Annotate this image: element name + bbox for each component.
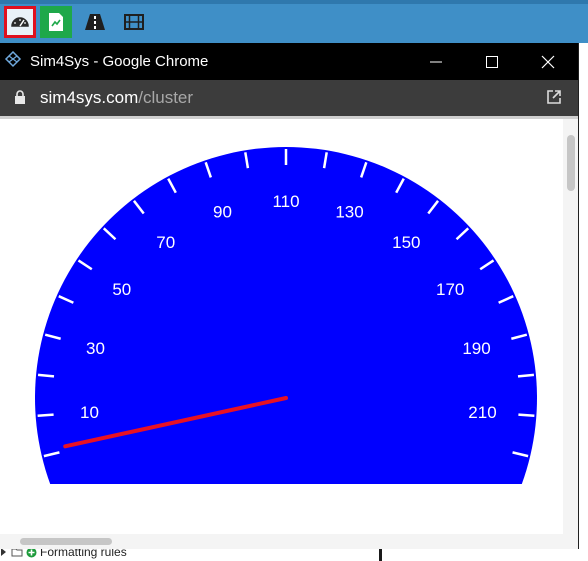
gauge-label: 10 [80, 403, 99, 422]
film-button[interactable] [118, 6, 150, 38]
sim4sys-logo-icon [4, 51, 22, 68]
folder-icon [11, 549, 23, 557]
gauge-tick [37, 373, 55, 378]
gauge-label: 130 [335, 203, 363, 222]
splitter-bar[interactable] [379, 549, 382, 561]
url-text[interactable]: sim4sys.com/cluster [40, 88, 193, 108]
road-button[interactable] [79, 6, 111, 38]
gauge-label: 70 [156, 233, 175, 252]
report-button[interactable] [40, 6, 72, 38]
tree-item-label: Formatting rules [40, 549, 127, 559]
page-content: 10 30 50 70 90 110 130 150 170 190 210 [0, 119, 578, 549]
gauge-label: 50 [112, 280, 131, 299]
gauge-tick [518, 413, 535, 418]
address-bar[interactable]: sim4sys.com/cluster [0, 80, 578, 116]
minimize-button[interactable] [408, 43, 464, 80]
chrome-popup-window: Sim4Sys - Google Chrome sim4sys.com/clus… [0, 43, 579, 549]
horizontal-scrollbar-thumb[interactable] [20, 538, 112, 545]
tree-item-formatting-rules[interactable]: Formatting rules [0, 549, 127, 559]
dashboard-button[interactable] [4, 6, 36, 38]
window-title: Sim4Sys - Google Chrome [30, 53, 209, 70]
vertical-scrollbar[interactable] [563, 119, 578, 549]
toolbar-top-strip [0, 0, 588, 4]
gauge-label: 90 [213, 203, 232, 222]
background-tree: Formatting rules [0, 549, 588, 561]
gauge-label: 30 [86, 339, 105, 358]
speedometer-gauge: 10 30 50 70 90 110 130 150 170 190 210 [35, 147, 538, 484]
gauge-label: 170 [436, 280, 464, 299]
gauge-label: 110 [272, 192, 299, 211]
maximize-button[interactable] [464, 43, 520, 80]
dashboard-icon [11, 17, 29, 27]
gauge-label: 150 [392, 233, 420, 252]
gauge-label: 190 [462, 339, 490, 358]
url-path: /cluster [138, 88, 194, 107]
film-icon [124, 14, 144, 30]
minimize-icon [430, 61, 442, 62]
expand-arrow-icon[interactable] [0, 549, 8, 557]
app-toolbar [0, 0, 588, 43]
horizontal-scrollbar[interactable] [0, 534, 563, 549]
lock-icon [15, 90, 25, 104]
close-icon [541, 55, 555, 68]
add-icon[interactable] [26, 549, 37, 558]
open-in-browser-icon[interactable] [546, 89, 562, 105]
url-host: sim4sys.com [40, 88, 139, 107]
report-icon [49, 13, 63, 31]
vertical-scrollbar-thumb[interactable] [567, 135, 575, 191]
road-icon [85, 14, 105, 30]
window-titlebar[interactable]: Sim4Sys - Google Chrome [0, 43, 578, 80]
gauge-label: 210 [468, 403, 496, 422]
gauge-tick [37, 413, 54, 418]
gauge-tick [517, 373, 535, 378]
maximize-icon [486, 55, 498, 68]
close-button[interactable] [520, 43, 576, 80]
